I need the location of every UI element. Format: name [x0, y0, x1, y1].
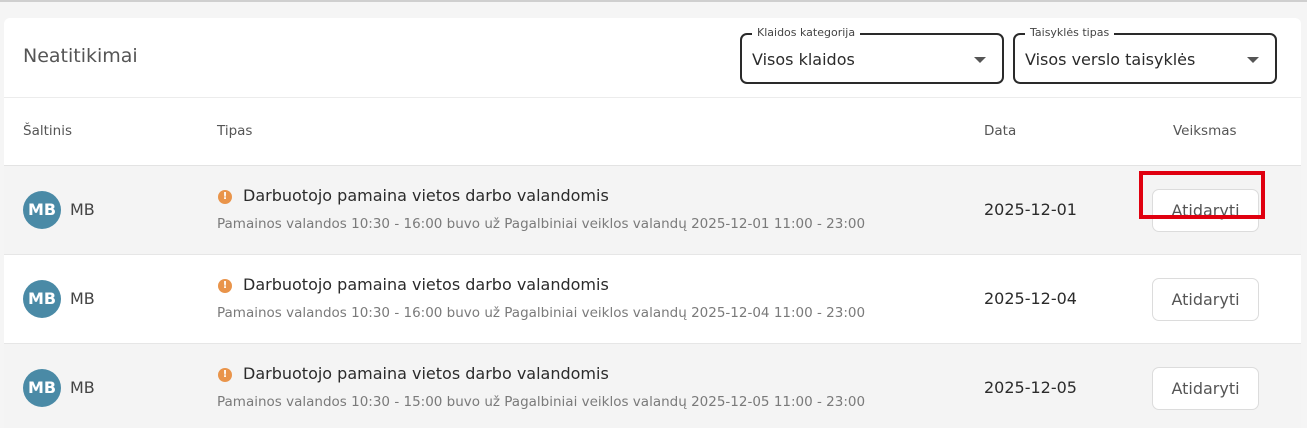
card-header: Neatitikimai Klaidos kategorija Visos kl…: [4, 18, 1301, 98]
chevron-down-icon: [1247, 57, 1259, 63]
warning-icon: !: [218, 190, 232, 204]
discrepancy-description: Pamainos valandos 10:30 - 15:00 buvo už …: [217, 394, 866, 410]
chevron-down-icon: [974, 57, 986, 63]
error-category-select[interactable]: Klaidos kategorija Visos klaidos: [740, 26, 1004, 84]
avatar: MB: [23, 191, 61, 229]
avatar: MB: [23, 369, 61, 407]
column-header-action: Veiksmas: [1173, 123, 1237, 139]
rule-type-value: Visos verslo taisyklės: [1025, 50, 1196, 69]
column-header-date: Data: [984, 123, 1017, 139]
rule-type-label: Taisyklės tipas: [1025, 26, 1115, 39]
discrepancy-title: Darbuotojo pamaina vietos darbo valandom…: [243, 364, 609, 383]
discrepancy-date: 2025-12-01: [984, 200, 1077, 219]
column-header-source: Šaltinis: [23, 123, 72, 139]
open-button[interactable]: Atidaryti: [1152, 367, 1259, 410]
table-row: MB MB ! Darbuotojo pamaina vietos darbo …: [4, 166, 1301, 255]
table-header: Šaltinis Tipas Data Veiksmas: [4, 98, 1301, 166]
warning-icon: !: [218, 279, 232, 293]
discrepancy-date: 2025-12-04: [984, 289, 1077, 308]
warning-icon: !: [218, 368, 232, 382]
top-divider: [0, 0, 1307, 2]
rule-type-select[interactable]: Taisyklės tipas Visos verslo taisyklės: [1013, 26, 1277, 84]
discrepancy-title: Darbuotojo pamaina vietos darbo valandom…: [243, 275, 609, 294]
error-category-label: Klaidos kategorija: [752, 26, 861, 39]
discrepancy-date: 2025-12-05: [984, 378, 1077, 397]
source-label: MB: [70, 200, 95, 219]
column-header-type: Tipas: [217, 123, 253, 139]
error-category-value: Visos klaidos: [752, 50, 855, 69]
open-button[interactable]: Atidaryti: [1152, 278, 1259, 321]
open-button[interactable]: Atidaryti: [1152, 189, 1259, 232]
source-label: MB: [70, 289, 95, 308]
discrepancy-description: Pamainos valandos 10:30 - 16:00 buvo už …: [217, 216, 866, 232]
source-label: MB: [70, 378, 95, 397]
discrepancies-card: Neatitikimai Klaidos kategorija Visos kl…: [4, 18, 1301, 428]
discrepancy-description: Pamainos valandos 10:30 - 16:00 buvo už …: [217, 305, 866, 321]
table-row: MB MB ! Darbuotojo pamaina vietos darbo …: [4, 344, 1301, 428]
page-title: Neatitikimai: [23, 45, 138, 67]
avatar: MB: [23, 280, 61, 318]
table-row: MB MB ! Darbuotojo pamaina vietos darbo …: [4, 255, 1301, 344]
discrepancy-title: Darbuotojo pamaina vietos darbo valandom…: [243, 186, 609, 205]
